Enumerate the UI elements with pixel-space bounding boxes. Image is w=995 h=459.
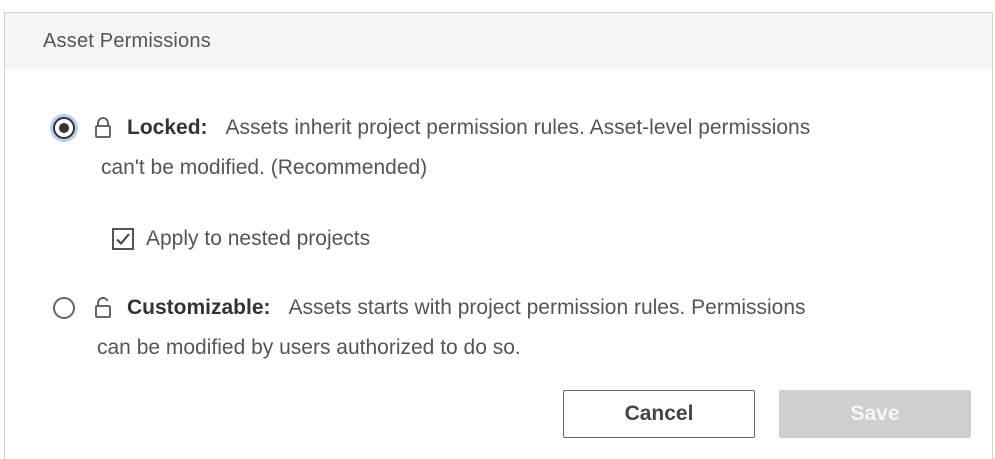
option-customizable[interactable]: Customizable: Assets starts with project… — [53, 288, 953, 368]
customizable-description-line1: Assets starts with project permission ru… — [288, 296, 806, 319]
apply-nested-label: Apply to nested projects — [146, 227, 371, 250]
dialog-title: Asset Permissions — [43, 29, 211, 52]
locked-radio[interactable] — [53, 117, 75, 139]
locked-description-line2: can't be modified. (Recommended) — [101, 156, 428, 179]
customizable-radio[interactable] — [53, 297, 75, 319]
locked-description-line1: Assets inherit project permission rules.… — [225, 116, 811, 139]
lock-icon — [95, 117, 111, 138]
locked-title: Locked: — [127, 116, 208, 139]
apply-nested-control[interactable]: Apply to nested projects — [112, 227, 370, 251]
checkmark-icon — [116, 233, 130, 245]
asset-permissions-dialog: Asset Permissions Locked: Assets inherit… — [4, 12, 993, 459]
unlock-icon — [95, 297, 111, 318]
save-button[interactable]: Save — [779, 390, 971, 438]
dialog-header: Asset Permissions — [5, 13, 992, 69]
cancel-button[interactable]: Cancel — [563, 390, 755, 438]
customizable-description-line2: can be modified by users authorized to d… — [97, 336, 521, 359]
apply-nested-checkbox[interactable] — [112, 228, 134, 250]
option-locked[interactable]: Locked: Assets inherit project permissio… — [53, 108, 953, 188]
customizable-title: Customizable: — [127, 296, 271, 319]
